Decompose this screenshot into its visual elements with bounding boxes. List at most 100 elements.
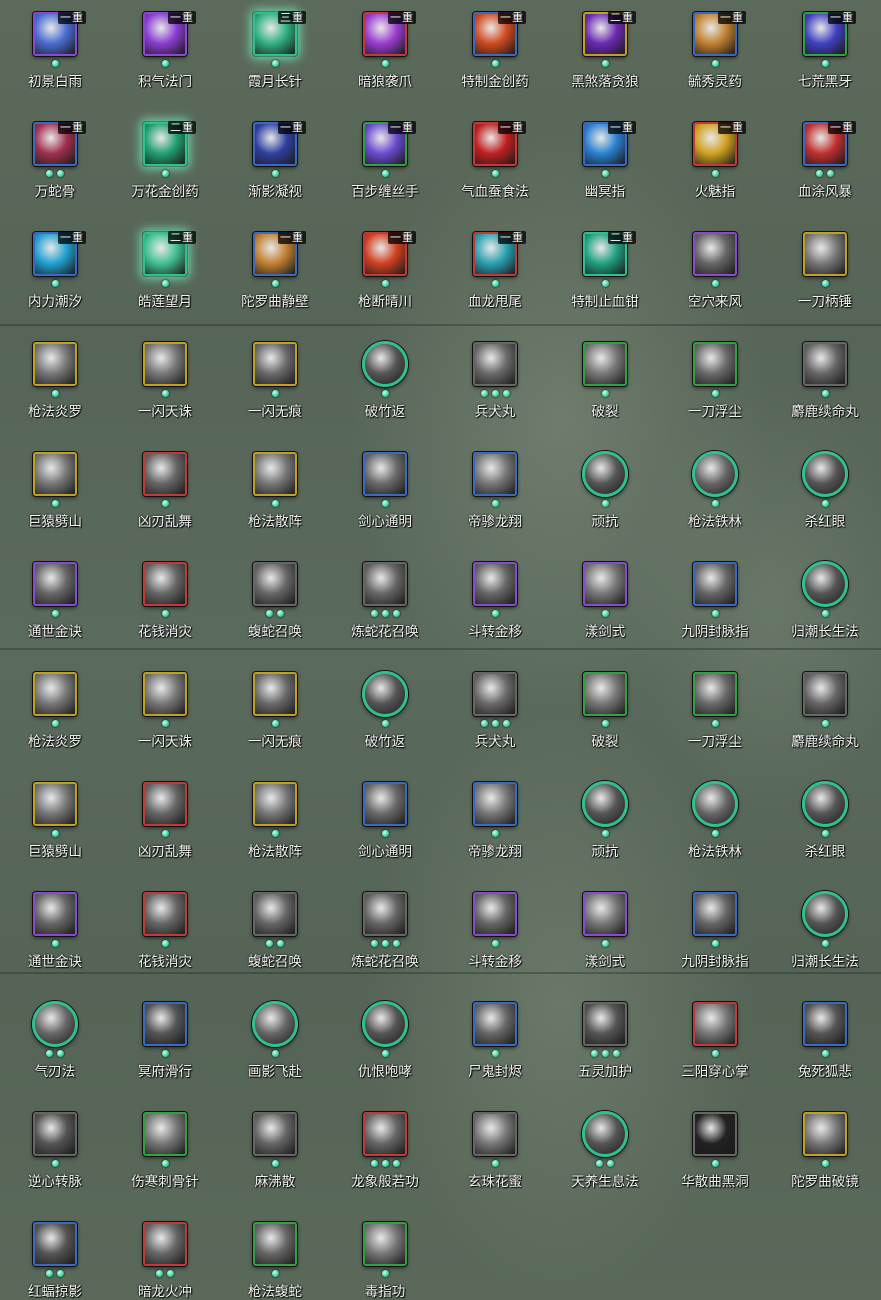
skill-icon[interactable] bbox=[692, 451, 738, 497]
skill-icon[interactable] bbox=[253, 1222, 297, 1266]
skill-tile[interactable]: 兵犬丸 bbox=[440, 660, 550, 770]
skill-tile[interactable]: 通世金诀 bbox=[0, 550, 110, 660]
skill-icon[interactable] bbox=[693, 342, 737, 386]
skill-icon[interactable] bbox=[143, 1002, 187, 1046]
skill-tile[interactable]: 龙象般若功 bbox=[330, 1100, 440, 1210]
skill-tile[interactable]: 蝮蛇召唤 bbox=[220, 550, 330, 660]
skill-tile[interactable]: 斗转金移 bbox=[440, 880, 550, 990]
skill-icon[interactable] bbox=[363, 782, 407, 826]
skill-icon[interactable] bbox=[143, 1112, 187, 1156]
skill-icon[interactable] bbox=[582, 1111, 628, 1157]
skill-icon[interactable] bbox=[693, 1002, 737, 1046]
skill-tile[interactable]: 伤寒刺骨针 bbox=[110, 1100, 220, 1210]
skill-tile[interactable]: 三重 霞月长针 bbox=[220, 0, 330, 110]
skill-icon[interactable] bbox=[693, 232, 737, 276]
skill-icon[interactable] bbox=[803, 1002, 847, 1046]
skill-icon[interactable] bbox=[363, 1222, 407, 1266]
skill-icon[interactable] bbox=[33, 452, 77, 496]
skill-icon[interactable] bbox=[33, 892, 77, 936]
skill-icon[interactable] bbox=[582, 781, 628, 827]
skill-tile[interactable]: 花钱消灾 bbox=[110, 880, 220, 990]
skill-tile[interactable]: 二重 黑煞落贪狼 bbox=[550, 0, 660, 110]
skill-tile[interactable]: 天养生息法 bbox=[550, 1100, 660, 1210]
skill-tile[interactable]: 一刀浮尘 bbox=[660, 330, 770, 440]
skill-icon[interactable] bbox=[33, 1222, 77, 1266]
skill-tile[interactable]: 一重 血龙甩尾 bbox=[440, 220, 550, 330]
skill-icon[interactable] bbox=[253, 782, 297, 826]
skill-icon[interactable] bbox=[582, 451, 628, 497]
skill-tile[interactable]: 归潮长生法 bbox=[770, 880, 880, 990]
skill-tile[interactable]: 华散曲黑洞 bbox=[660, 1100, 770, 1210]
skill-tile[interactable]: 破裂 bbox=[550, 660, 660, 770]
skill-icon[interactable] bbox=[362, 1001, 408, 1047]
skill-tile[interactable]: 五灵加护 bbox=[550, 990, 660, 1100]
skill-icon[interactable] bbox=[583, 562, 627, 606]
skill-icon[interactable] bbox=[363, 1112, 407, 1156]
skill-icon[interactable] bbox=[802, 451, 848, 497]
skill-tile[interactable]: 一重 七荒黑牙 bbox=[770, 0, 880, 110]
skill-tile[interactable]: 玄珠花蜜 bbox=[440, 1100, 550, 1210]
skill-tile[interactable]: 枪法铁林 bbox=[660, 770, 770, 880]
skill-tile[interactable]: 冥府滑行 bbox=[110, 990, 220, 1100]
skill-icon[interactable] bbox=[803, 672, 847, 716]
skill-tile[interactable]: 一重 万蛇骨 bbox=[0, 110, 110, 220]
skill-tile[interactable]: 一重 气血蚕食法 bbox=[440, 110, 550, 220]
skill-tile[interactable]: 一重 渐影凝视 bbox=[220, 110, 330, 220]
skill-tile[interactable]: 巨猿劈山 bbox=[0, 770, 110, 880]
skill-tile[interactable]: 一重 血涂风暴 bbox=[770, 110, 880, 220]
skill-tile[interactable]: 一闪无痕 bbox=[220, 330, 330, 440]
skill-icon[interactable] bbox=[693, 892, 737, 936]
skill-tile[interactable]: 凶刃乱舞 bbox=[110, 770, 220, 880]
skill-tile[interactable]: 陀罗曲破镜 bbox=[770, 1100, 880, 1210]
skill-icon[interactable] bbox=[583, 342, 627, 386]
skill-icon[interactable] bbox=[693, 1112, 737, 1156]
skill-tile[interactable]: 麝鹿续命丸 bbox=[770, 330, 880, 440]
skill-icon[interactable] bbox=[362, 671, 408, 717]
skill-tile[interactable]: 一闪天诛 bbox=[110, 330, 220, 440]
skill-tile[interactable]: 一重 幽冥指 bbox=[550, 110, 660, 220]
skill-icon[interactable] bbox=[33, 1112, 77, 1156]
skill-icon[interactable] bbox=[473, 892, 517, 936]
skill-icon[interactable] bbox=[362, 341, 408, 387]
skill-icon[interactable] bbox=[143, 782, 187, 826]
skill-icon[interactable] bbox=[32, 1001, 78, 1047]
skill-tile[interactable]: 枪法炎罗 bbox=[0, 660, 110, 770]
skill-tile[interactable]: 麝鹿续命丸 bbox=[770, 660, 880, 770]
skill-tile[interactable]: 一重 特制金创药 bbox=[440, 0, 550, 110]
skill-tile[interactable]: 空穴来风 bbox=[660, 220, 770, 330]
skill-tile[interactable]: 剑心通明 bbox=[330, 770, 440, 880]
skill-icon[interactable] bbox=[143, 452, 187, 496]
skill-icon[interactable] bbox=[143, 562, 187, 606]
skill-icon[interactable] bbox=[473, 672, 517, 716]
skill-icon[interactable] bbox=[363, 452, 407, 496]
skill-tile[interactable]: 毒指功 bbox=[330, 1210, 440, 1300]
skill-icon[interactable] bbox=[143, 342, 187, 386]
skill-icon[interactable] bbox=[802, 891, 848, 937]
skill-tile[interactable]: 剑心通明 bbox=[330, 440, 440, 550]
skill-icon[interactable] bbox=[252, 1001, 298, 1047]
skill-icon[interactable] bbox=[143, 1222, 187, 1266]
skill-icon[interactable] bbox=[802, 781, 848, 827]
skill-tile[interactable]: 通世金诀 bbox=[0, 880, 110, 990]
skill-tile[interactable]: 枪法蝮蛇 bbox=[220, 1210, 330, 1300]
skill-icon[interactable] bbox=[33, 562, 77, 606]
skill-tile[interactable]: 一重 百步缠丝手 bbox=[330, 110, 440, 220]
skill-icon[interactable] bbox=[692, 781, 738, 827]
skill-icon[interactable] bbox=[253, 342, 297, 386]
skill-tile[interactable]: 枪法散阵 bbox=[220, 440, 330, 550]
skill-tile[interactable]: 一重 火魅指 bbox=[660, 110, 770, 220]
skill-tile[interactable]: 破竹返 bbox=[330, 330, 440, 440]
skill-tile[interactable]: 暗龙火冲 bbox=[110, 1210, 220, 1300]
skill-tile[interactable]: 一闪无痕 bbox=[220, 660, 330, 770]
skill-tile[interactable]: 炼蛇花召唤 bbox=[330, 550, 440, 660]
skill-icon[interactable] bbox=[473, 1002, 517, 1046]
skill-tile[interactable]: 漾剑式 bbox=[550, 550, 660, 660]
skill-icon[interactable] bbox=[803, 342, 847, 386]
skill-tile[interactable]: 兵犬丸 bbox=[440, 330, 550, 440]
skill-tile[interactable]: 一闪天诛 bbox=[110, 660, 220, 770]
skill-icon[interactable] bbox=[583, 672, 627, 716]
skill-tile[interactable]: 蝮蛇召唤 bbox=[220, 880, 330, 990]
skill-tile[interactable]: 帝骖龙翔 bbox=[440, 770, 550, 880]
skill-tile[interactable]: 画影飞赴 bbox=[220, 990, 330, 1100]
skill-tile[interactable]: 一刀柄锤 bbox=[770, 220, 880, 330]
